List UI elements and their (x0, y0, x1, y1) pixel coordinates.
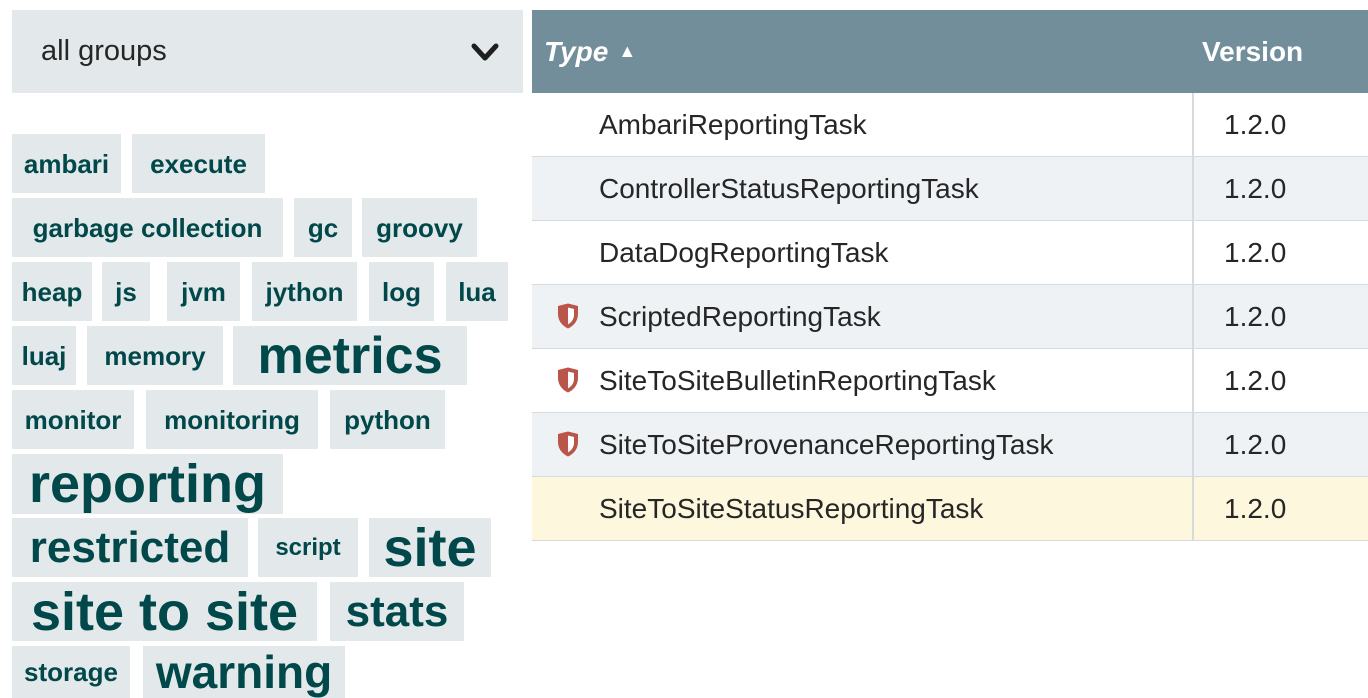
row-version: 1.2.0 (1192, 477, 1368, 540)
tag-metrics[interactable]: metrics (233, 326, 467, 385)
column-header-type[interactable]: Type ▲ (544, 10, 636, 93)
tag-execute[interactable]: execute (132, 134, 265, 193)
table-row[interactable]: DataDogReportingTask 1.2.0 (532, 221, 1368, 285)
table-row[interactable]: ControllerStatusReportingTask 1.2.0 (532, 157, 1368, 221)
tag-reporting[interactable]: reporting (12, 454, 283, 514)
row-type: ControllerStatusReportingTask (599, 172, 979, 204)
tag-luaj[interactable]: luaj (12, 326, 76, 385)
tag-ambari[interactable]: ambari (12, 134, 121, 193)
row-type: ScriptedReportingTask (599, 300, 881, 332)
row-type: SiteToSiteStatusReportingTask (599, 492, 984, 524)
tag-script[interactable]: script (258, 518, 358, 577)
tag-stats[interactable]: stats (330, 582, 464, 641)
row-type: DataDogReportingTask (599, 236, 889, 268)
tag-warning[interactable]: warning (143, 646, 345, 698)
row-version: 1.2.0 (1192, 349, 1368, 412)
table-row[interactable]: ScriptedReportingTask 1.2.0 (532, 285, 1368, 349)
tag-heap[interactable]: heap (12, 262, 92, 321)
row-type: SiteToSiteBulletinReportingTask (599, 364, 996, 396)
tag-js[interactable]: js (102, 262, 150, 321)
row-version: 1.2.0 (1192, 157, 1368, 220)
tag-site[interactable]: site (369, 518, 491, 577)
tag-groovy[interactable]: groovy (362, 198, 477, 257)
row-version: 1.2.0 (1192, 285, 1368, 348)
reporting-task-table: Type ▲ Version AmbariReportingTask 1.2.0… (532, 10, 1368, 541)
tag-memory[interactable]: memory (87, 326, 223, 385)
column-header-version-label: Version (1202, 35, 1304, 67)
row-type: AmbariReportingTask (599, 108, 867, 140)
tag-monitor[interactable]: monitor (12, 390, 134, 449)
tag-monitoring[interactable]: monitoring (146, 390, 318, 449)
table-row[interactable]: AmbariReportingTask 1.2.0 (532, 93, 1368, 157)
tag-python[interactable]: python (330, 390, 445, 449)
row-version: 1.2.0 (1192, 413, 1368, 476)
restricted-shield-icon (558, 367, 578, 393)
table-header: Type ▲ Version (532, 10, 1368, 93)
restricted-shield-icon (558, 431, 578, 457)
row-type: SiteToSiteProvenanceReportingTask (599, 428, 1054, 460)
tag-gc[interactable]: gc (294, 198, 352, 257)
tag-garbage-collection[interactable]: garbage collection (12, 198, 283, 257)
tag-cloud: ambari execute garbage collection gc gro… (12, 0, 524, 698)
tag-lua[interactable]: lua (446, 262, 508, 321)
table-row-selected[interactable]: SiteToSiteStatusReportingTask 1.2.0 (532, 477, 1368, 541)
tag-log[interactable]: log (369, 262, 434, 321)
table-row[interactable]: SiteToSiteProvenanceReportingTask 1.2.0 (532, 413, 1368, 477)
row-version: 1.2.0 (1192, 93, 1368, 156)
tag-storage[interactable]: storage (12, 646, 130, 698)
tag-jvm[interactable]: jvm (167, 262, 240, 321)
sort-ascending-icon: ▲ (618, 41, 637, 61)
tag-restricted[interactable]: restricted (12, 518, 248, 577)
column-header-type-label: Type (544, 35, 609, 67)
row-version: 1.2.0 (1192, 221, 1368, 284)
column-header-version[interactable]: Version (1202, 10, 1303, 93)
restricted-shield-icon (558, 303, 578, 329)
table-row[interactable]: SiteToSiteBulletinReportingTask 1.2.0 (532, 349, 1368, 413)
tag-site-to-site[interactable]: site to site (12, 582, 317, 641)
tag-jython[interactable]: jython (252, 262, 357, 321)
